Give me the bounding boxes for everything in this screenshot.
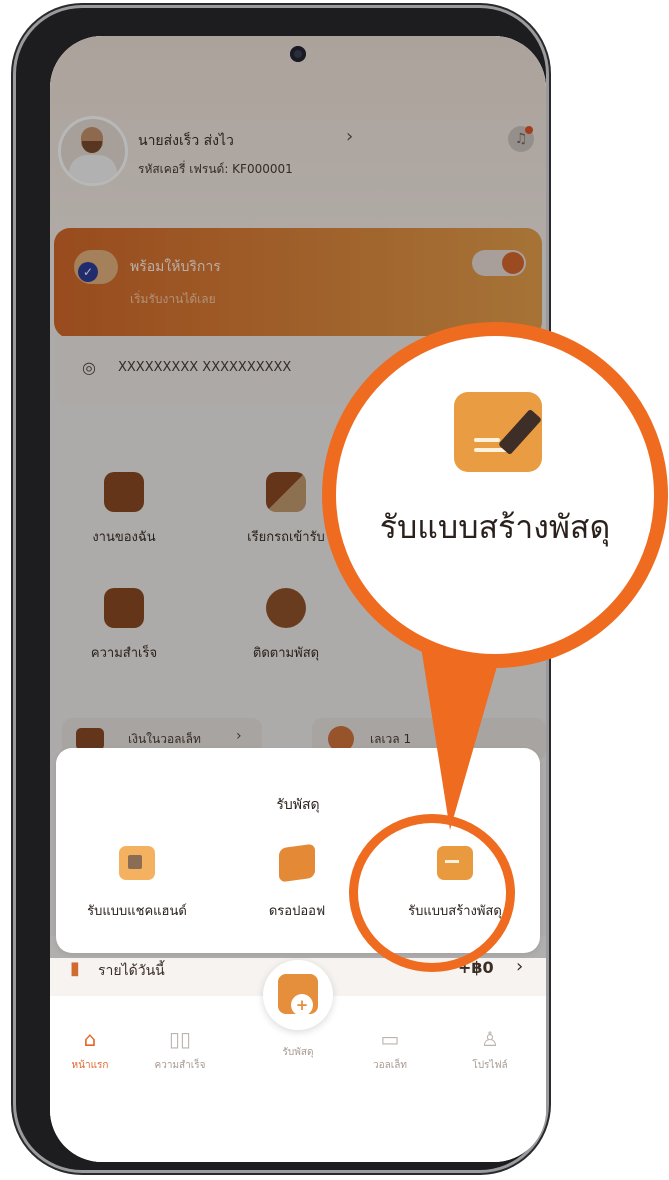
- pencil-icon: [497, 408, 543, 456]
- zoom-label: รับแบบสร้างพัสดุ: [379, 508, 611, 546]
- create-parcel-icon: [454, 392, 543, 472]
- front-camera: [290, 46, 306, 62]
- highlight-ring: [349, 814, 515, 972]
- icon-line: [474, 438, 500, 442]
- zoom-callout: รับแบบสร้างพัสดุ: [322, 322, 668, 668]
